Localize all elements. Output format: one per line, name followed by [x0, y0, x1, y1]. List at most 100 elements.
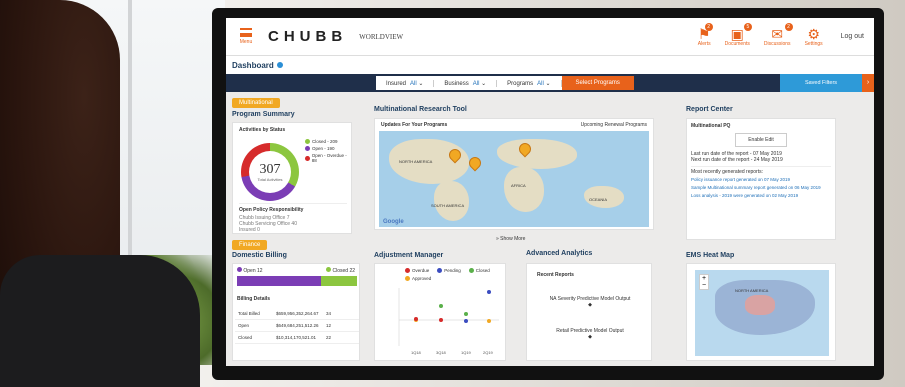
settings-button[interactable]: ⚙ Settings	[805, 27, 823, 47]
alerts-badge: 2	[704, 22, 713, 31]
policy-responsibility: Open Policy Responsibility Chubb Issuing…	[239, 203, 347, 233]
heat-map[interactable]: NORTH AMERICA + −	[695, 270, 829, 356]
chart-point[interactable]	[464, 312, 468, 316]
business-filter[interactable]: Business All ⌄	[434, 79, 498, 87]
closed-count: Closed 22	[326, 267, 355, 274]
analytics-report[interactable]: Retail Predictive Model Output ◆	[537, 328, 643, 340]
upcoming-renewals[interactable]: Upcoming Renewal Programs	[581, 122, 647, 128]
recent-reports-title: Most recently generated reports:	[691, 166, 831, 175]
map-label: NORTH AMERICA	[735, 288, 769, 293]
enable-edit-button[interactable]: Enable Edit	[735, 133, 787, 147]
row-amount: $10,314,170,521.01	[276, 335, 317, 340]
legend-overdue: Open - Overdue - 88	[305, 153, 351, 163]
research-title: Multinational Research Tool	[374, 106, 467, 113]
world-map[interactable]: NORTH AMERICA AFRICA SOUTH AMERICA OCEAN…	[379, 131, 649, 227]
legend-label: Closed	[475, 268, 490, 273]
legend-label: Pending	[444, 268, 461, 273]
map-label: SOUTH AMERICA	[431, 203, 465, 208]
menu-button[interactable]: Menu	[236, 28, 256, 45]
analytics-report[interactable]: NA Severity Predictive Model Output ◆	[537, 296, 643, 308]
finance-tag: Finance	[232, 240, 268, 250]
map-label: AFRICA	[511, 183, 526, 188]
closed-label: Closed 22	[332, 268, 355, 274]
open-count: Open 12	[237, 267, 263, 274]
screen: Menu CHUBB WORLDVIEW ⚑ 2 Alerts ▣ 5 Docu…	[226, 18, 874, 366]
hamburger-icon	[240, 28, 252, 37]
adjustment-card: Overdue Pending Closed Approved 1Q18 3Q1…	[374, 263, 506, 361]
analytics-title: Advanced Analytics	[526, 250, 593, 257]
filter-value: All	[537, 80, 544, 87]
select-programs-button[interactable]: Select Programs	[561, 76, 634, 90]
documents-badge: 5	[743, 22, 752, 31]
table-row: Open $649,684,251,512.26 12	[235, 320, 359, 332]
google-logo: Google	[383, 219, 404, 225]
chart-point[interactable]	[487, 290, 491, 294]
x-tick: 1Q19	[461, 350, 472, 355]
chart-point[interactable]	[464, 319, 468, 323]
alerts-button[interactable]: ⚑ 2 Alerts	[698, 22, 713, 47]
updates-title: Updates For Your Programs	[381, 122, 448, 128]
legend-open: Open - 190	[305, 146, 351, 151]
program-summary-card: Activities by Status 307 Total Activitie…	[232, 122, 352, 234]
menu-label: Menu	[239, 39, 253, 45]
gear-icon: ⚙	[807, 25, 820, 42]
insured-filter[interactable]: Insured All ⌄	[376, 79, 435, 87]
page-title-bar: Dashboard	[226, 56, 874, 74]
next-run: Next run date of the report - 24 May 201…	[691, 157, 783, 163]
filter-value: All	[410, 80, 417, 87]
billing-table: Total Billed $659,956,352,264.67 34 Open $6…	[235, 308, 359, 344]
zoom-in-button[interactable]: +	[700, 275, 708, 282]
policy-title: Open Policy Responsibility	[239, 207, 304, 213]
legend-label: Open - 190	[312, 146, 335, 151]
billing-bar[interactable]	[237, 276, 357, 286]
chart-point[interactable]	[487, 319, 491, 323]
documents-label: Documents	[724, 40, 750, 47]
report-icon: ◆	[588, 334, 592, 340]
report-link[interactable]: Loss analysis - 2019 were generated on 0…	[691, 193, 831, 198]
open-label: Open 12	[243, 268, 263, 274]
legend-closed: Closed - 209	[305, 139, 351, 144]
row-label: Total Billed	[238, 311, 260, 316]
zoom-out-button[interactable]: −	[700, 282, 708, 289]
map-label: NORTH AMERICA	[399, 159, 433, 164]
south-america-land	[434, 181, 469, 221]
info-icon[interactable]	[276, 62, 283, 68]
legend-closed: Closed	[468, 268, 490, 273]
heat-region	[745, 295, 775, 315]
report-link[interactable]: Policy issuance report generated on 07 M…	[691, 177, 831, 182]
x-tick: 2Q19	[483, 350, 494, 355]
report-link[interactable]: Sample Multinational summary report gene…	[691, 185, 831, 190]
table-row: Closed $10,314,170,521.01 22	[235, 332, 359, 344]
logo: CHUBB	[268, 28, 348, 45]
adjustment-title: Adjustment Manager	[374, 252, 444, 259]
report-center-card: Multinational PQ Enable Edit Last run da…	[686, 118, 836, 240]
product-name: WORLDVIEW	[359, 32, 404, 41]
saved-filters-button[interactable]: Saved Filters	[780, 74, 862, 92]
documents-button[interactable]: ▣ 5 Documents	[724, 22, 752, 47]
filter-group: Insured All ⌄ Business All ⌄ Programs All ⌄…	[376, 76, 634, 90]
legend-label: Closed - 209	[312, 139, 338, 144]
filter-value: All	[472, 80, 480, 87]
show-more-link[interactable]: » Show More	[496, 236, 525, 242]
activities-title: Activities by Status	[239, 127, 286, 133]
policy-item: Insured 0	[239, 227, 260, 233]
chart-point[interactable]	[414, 317, 418, 321]
monitor: Menu CHUBB WORLDVIEW ⚑ 2 Alerts ▣ 5 Docu…	[212, 8, 884, 380]
activities-donut[interactable]: 307 Total Activities	[241, 143, 299, 201]
row-label: Open	[238, 323, 250, 328]
programs-filter[interactable]: Programs All ⌄	[497, 79, 562, 87]
multinational-tag: Multinational	[232, 98, 280, 108]
chart-point[interactable]	[439, 318, 443, 322]
logout-link[interactable]: Log out	[841, 33, 864, 40]
zoom-controls: + −	[699, 274, 709, 290]
chevron-right-icon[interactable]: ›	[862, 74, 874, 92]
table-row: Total Billed $659,956,352,264.67 34	[235, 308, 359, 320]
chart-point[interactable]	[439, 304, 443, 308]
settings-label: Settings	[804, 40, 823, 47]
eurasia-land	[497, 139, 577, 169]
legend-label: Approved	[412, 276, 432, 281]
discussions-button[interactable]: ✉ 2 Discussions	[764, 22, 793, 47]
row-amount: $649,684,251,512.26	[276, 323, 319, 328]
map-pin-icon[interactable]	[466, 154, 484, 172]
top-header: Menu CHUBB WORLDVIEW ⚑ 2 Alerts ▣ 5 Docu…	[226, 18, 874, 56]
